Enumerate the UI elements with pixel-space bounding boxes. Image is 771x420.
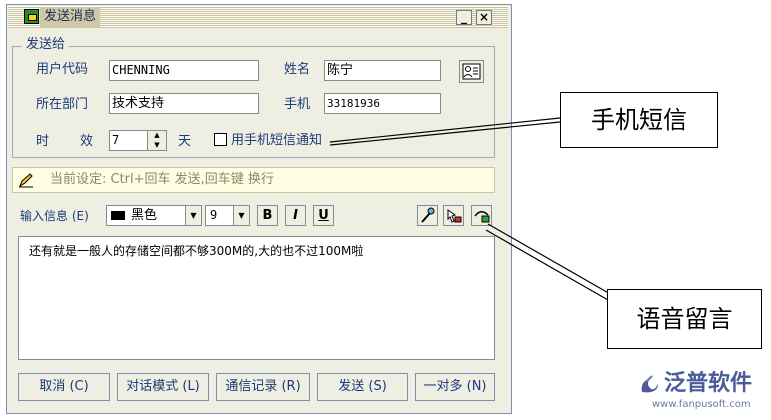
callout-voice-message: 语音留言 [607,289,762,349]
logo-url: www.fanpusoft.com [652,399,751,410]
fanpu-logo-icon [641,375,658,393]
logo-name: 泛普软件 [664,371,753,396]
callout-sms: 手机短信 [560,92,718,148]
callout-leader-lines [329,117,613,301]
